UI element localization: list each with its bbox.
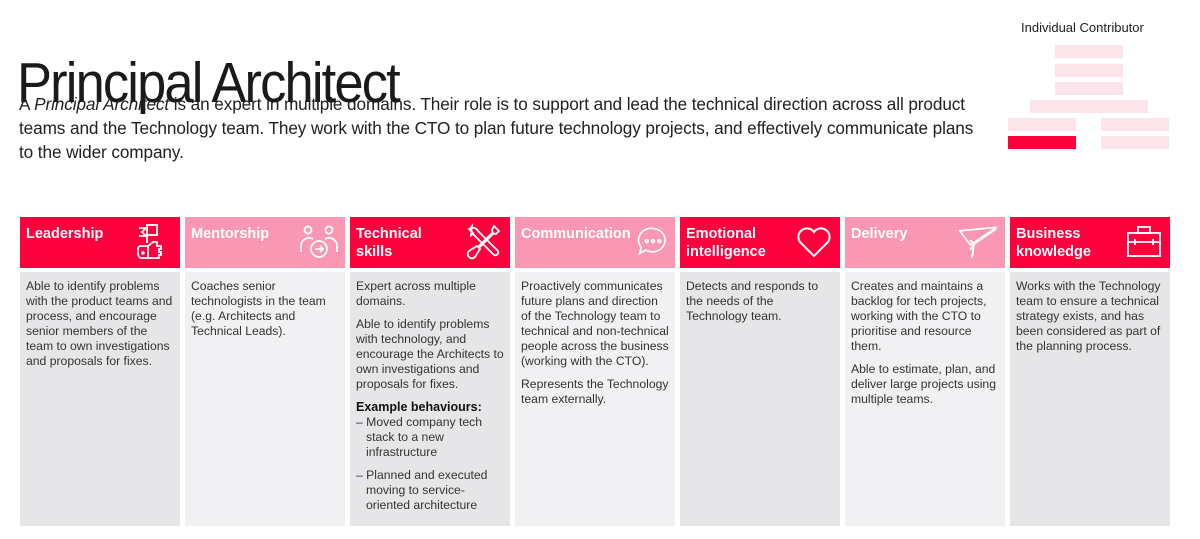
people-arrow-icon [300, 225, 338, 258]
ladder-level-top-2 [1055, 64, 1123, 77]
ladder-level-right-upper [1101, 118, 1169, 131]
column-title: Emotional intelligence [686, 226, 766, 260]
paper-plane-icon [958, 226, 998, 259]
column-business-knowledge: Business knowledge Works with the Techno… [1010, 217, 1170, 526]
ladder-level-left-lower-current [1008, 136, 1076, 149]
ladder-level-wide [1030, 100, 1148, 113]
example-behaviour: – Planned and executed moving to service… [356, 468, 488, 512]
column-body: Detects and responds to the needs of the… [680, 272, 840, 526]
briefcase-icon [1127, 226, 1161, 257]
column-body: Creates and maintains a backlog for tech… [845, 272, 1005, 526]
competency-columns: Leadership Able to identify problems wit… [20, 217, 1170, 526]
column-title: Technical skills [356, 226, 422, 260]
column-emotional-intelligence: Emotional intelligence Detects and respo… [680, 217, 840, 526]
column-communication: Communication Proactively communicates f… [515, 217, 675, 526]
column-header: Leadership [20, 217, 180, 268]
column-delivery: Delivery Creates and maintains a backlog… [845, 217, 1005, 526]
column-paragraph: Creates and maintains a backlog for tech… [851, 279, 987, 353]
column-body: Proactively communicates future plans an… [515, 272, 675, 526]
column-title: Mentorship [191, 226, 270, 242]
intro-role-name: Principal Architect [34, 94, 170, 114]
column-paragraph: Able to estimate, plan, and deliver larg… [851, 362, 996, 406]
track-label: Individual Contributor [1021, 20, 1144, 35]
column-paragraph: Able to identify problems with the produ… [26, 279, 173, 368]
flag-thumbs-up-icon [137, 224, 162, 259]
column-paragraph: Coaches senior technologists in the team… [191, 279, 326, 338]
column-title: Communication [521, 226, 631, 242]
column-mentorship: Mentorship Coaches senior technologists … [185, 217, 345, 526]
column-title: Business knowledge [1016, 226, 1091, 260]
intro-prefix: A [19, 94, 35, 114]
column-header: Business knowledge [1010, 217, 1170, 268]
column-header: Communication [515, 217, 675, 268]
intro-paragraph: A Principal Architect is an expert in mu… [19, 92, 979, 164]
ladder-level-top-3 [1055, 82, 1123, 95]
ladder-level-right-lower [1101, 136, 1169, 149]
column-title: Leadership [26, 226, 104, 242]
column-technical-skills: Technical skills Expert across multiple … [350, 217, 510, 526]
column-body: Able to identify problems with the produ… [20, 272, 180, 526]
column-paragraph: Detects and responds to the needs of the… [686, 279, 819, 323]
tools-icon [466, 222, 501, 260]
column-paragraph: Proactively communicates future plans an… [521, 279, 669, 368]
column-title: Delivery [851, 226, 908, 242]
column-paragraph: Expert across multiple domains. [356, 279, 476, 308]
example-behaviours-title: Example behaviours: [356, 400, 482, 414]
column-header: Delivery [845, 217, 1005, 268]
column-header: Technical skills [350, 217, 510, 268]
column-leadership: Leadership Able to identify problems wit… [20, 217, 180, 526]
example-behaviours-list: – Moved company tech stack to a new infr… [356, 415, 504, 513]
heart-icon [797, 227, 831, 258]
column-header: Mentorship [185, 217, 345, 268]
example-behaviour: – Moved company tech stack to a new infr… [356, 415, 483, 459]
column-body: Coaches senior technologists in the team… [185, 272, 345, 526]
column-body: Expert across multiple domains. Able to … [350, 272, 510, 526]
ladder-level-top-1 [1055, 45, 1123, 58]
column-paragraph: Able to identify problems with technolog… [356, 317, 504, 391]
column-body: Works with the Technology team to ensure… [1010, 272, 1170, 526]
ladder-level-left-upper [1008, 118, 1076, 131]
speech-bubble-icon [637, 227, 666, 256]
column-header: Emotional intelligence [680, 217, 840, 268]
column-paragraph: Represents the Technology team externall… [521, 377, 669, 406]
column-paragraph: Works with the Technology team to ensure… [1016, 279, 1161, 353]
